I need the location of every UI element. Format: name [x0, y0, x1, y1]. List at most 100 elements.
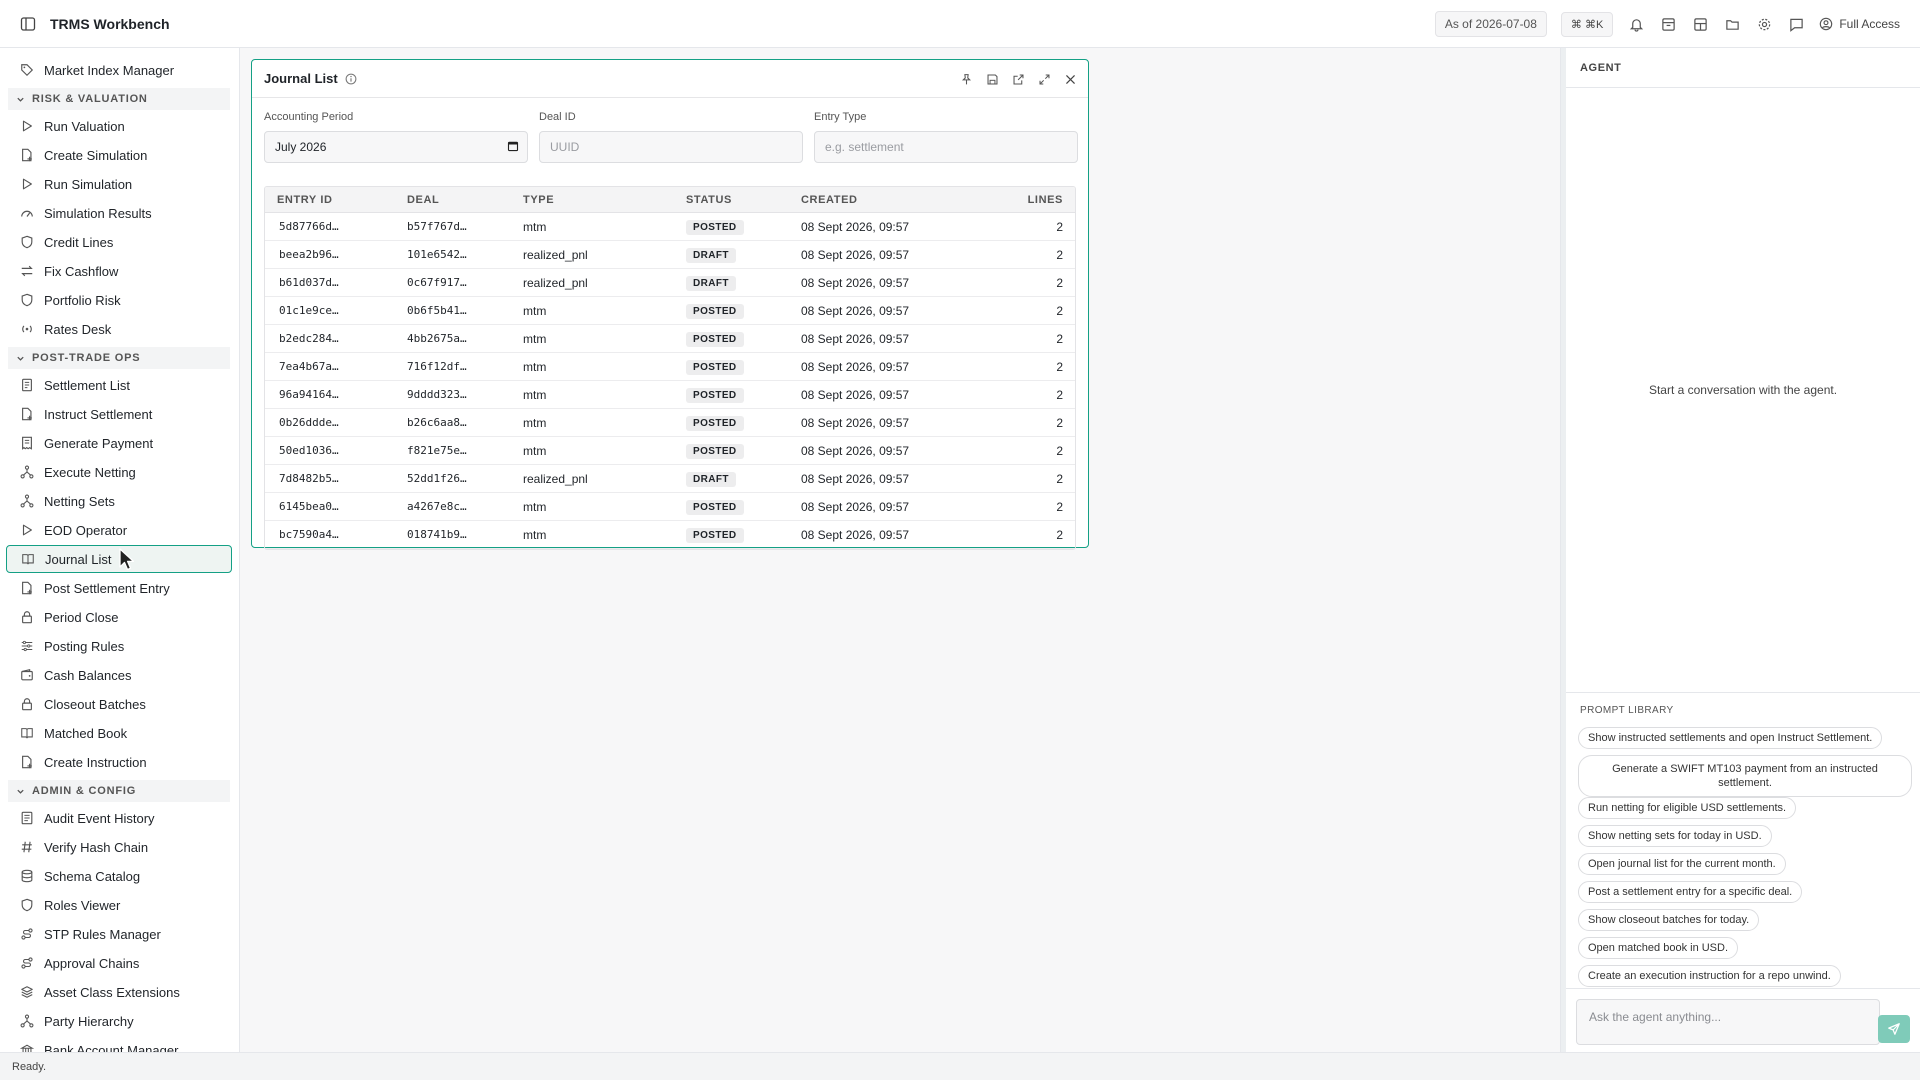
- archive-icon[interactable]: [1659, 15, 1677, 33]
- column-header-deal[interactable]: DEAL: [395, 194, 513, 206]
- command-palette-button[interactable]: ⌘ ⌘K: [1560, 11, 1614, 37]
- sidebar-item-fix-cashflow[interactable]: Fix Cashflow: [6, 257, 232, 285]
- prompt-chip[interactable]: Run netting for eligible USD settlements…: [1578, 797, 1797, 819]
- calendar-icon[interactable]: [507, 140, 519, 155]
- sidebar-item-netting-sets[interactable]: Netting Sets: [6, 487, 232, 515]
- sidebar-item-party-hierarchy[interactable]: Party Hierarchy: [6, 1007, 232, 1035]
- sidebar-item-execute-netting[interactable]: Execute Netting: [6, 458, 232, 486]
- table-row[interactable]: 7ea4b67a… 716f12df… mtm POSTED 08 Sept 2026,…: [265, 353, 1075, 381]
- prompt-chip[interactable]: Show netting sets for today in USD.: [1578, 825, 1772, 847]
- column-header-created[interactable]: CREATED: [791, 194, 1021, 206]
- swap-icon: [21, 265, 33, 277]
- status-cell: POSTED: [676, 415, 791, 431]
- gear-icon[interactable]: [1755, 15, 1773, 33]
- prompt-chip[interactable]: Open journal list for the current month.: [1578, 853, 1786, 875]
- deal-cell: b26c6aa8…: [407, 416, 467, 429]
- table-row[interactable]: 50ed1036… f821e75e… mtm POSTED 08 Sept 2026,…: [265, 437, 1075, 465]
- prompt-chip[interactable]: Create an execution instruction for a re…: [1578, 965, 1841, 987]
- sidebar-item-roles-viewer[interactable]: Roles Viewer: [6, 891, 232, 919]
- status-cell: POSTED: [676, 387, 791, 403]
- send-button[interactable]: [1878, 1015, 1910, 1043]
- layout-icon[interactable]: [1691, 15, 1709, 33]
- sidebar-item-verify-hash-chain[interactable]: Verify Hash Chain: [6, 833, 232, 861]
- sidebar-item-matched-book[interactable]: Matched Book: [6, 719, 232, 747]
- bell-icon[interactable]: [1627, 15, 1645, 33]
- sidebar-item-generate-payment[interactable]: Generate Payment: [6, 429, 232, 457]
- sidebar-item-cash-balances[interactable]: Cash Balances: [6, 661, 232, 689]
- section-post-trade-ops[interactable]: POST-TRADE OPS: [8, 347, 230, 369]
- sidebar-item-simulation-results[interactable]: Simulation Results: [6, 199, 232, 227]
- lines-cell: 2: [1056, 471, 1063, 486]
- as-of-date[interactable]: As of 2026-07-08: [1434, 11, 1547, 37]
- sidebar-item-create-simulation[interactable]: Create Simulation: [6, 141, 232, 169]
- sidebar-item-closeout-batches[interactable]: Closeout Batches: [6, 690, 232, 718]
- external-link-icon[interactable]: [1010, 71, 1026, 87]
- sidebar-item-label: Portfolio Risk: [44, 292, 121, 308]
- agent-input[interactable]: Ask the agent anything...: [1576, 999, 1880, 1045]
- sidebar-item-schema-catalog[interactable]: Schema Catalog: [6, 862, 232, 890]
- sidebar-item-post-settlement-entry[interactable]: Post Settlement Entry: [6, 574, 232, 602]
- deal-cell: 101e6542…: [407, 248, 467, 261]
- prompt-chip[interactable]: Generate a SWIFT MT103 payment from an i…: [1578, 755, 1912, 797]
- section-admin-and-config[interactable]: ADMIN & CONFIG: [8, 780, 230, 802]
- deal-id-input[interactable]: UUID: [539, 131, 803, 163]
- sidebar-item-period-close[interactable]: Period Close: [6, 603, 232, 631]
- sidebar-item-label: Rates Desk: [44, 321, 112, 337]
- sidebar-item-stp-rules-manager[interactable]: STP Rules Manager: [6, 920, 232, 948]
- table-row[interactable]: bc7590a4… 018741b9… mtm POSTED 08 Sept 2026,…: [265, 521, 1075, 549]
- receipt-icon: [22, 436, 32, 450]
- sidebar-item-credit-lines[interactable]: Credit Lines: [6, 228, 232, 256]
- sidebar-item-rates-desk[interactable]: Rates Desk: [6, 315, 232, 343]
- sidebar-item-instruct-settlement[interactable]: Instruct Settlement: [6, 400, 232, 428]
- table-row[interactable]: 01c1e9ce… 0b6f5b41… mtm POSTED 08 Sept 2026,…: [265, 297, 1075, 325]
- network-icon: [20, 465, 34, 479]
- folder-icon[interactable]: [1723, 15, 1741, 33]
- status-badge: DRAFT: [686, 275, 736, 291]
- sidebar-item-portfolio-risk[interactable]: Portfolio Risk: [6, 286, 232, 314]
- sidebar-item-run-simulation[interactable]: Run Simulation: [6, 170, 232, 198]
- section-risk-and-valuation[interactable]: RISK & VALUATION: [8, 88, 230, 110]
- close-icon[interactable]: [1062, 71, 1078, 87]
- sidebar-item-label: Closeout Batches: [44, 696, 146, 712]
- table-row[interactable]: b61d037d… 0c67f917… realized_pnl DRAFT 08 Se…: [265, 269, 1075, 297]
- sidebar-item-approval-chains[interactable]: Approval Chains: [6, 949, 232, 977]
- sidebar-item-label: Execute Netting: [44, 464, 136, 480]
- accounting-period-input[interactable]: July 2026: [264, 131, 528, 163]
- sidebar-item-eod-operator[interactable]: EOD Operator: [6, 516, 232, 544]
- prompt-chip[interactable]: Show closeout batches for today.: [1578, 909, 1760, 931]
- table-row[interactable]: 96a94164… 9dddd323… mtm POSTED 08 Sept 2026,…: [265, 381, 1075, 409]
- save-icon[interactable]: [984, 71, 1000, 87]
- entry-type-input[interactable]: e.g. settlement: [814, 131, 1078, 163]
- sidebar-item-settlement-list[interactable]: Settlement List: [6, 371, 232, 399]
- sidebar-item-label: Market Index Manager: [44, 62, 175, 78]
- sidebar-item-create-instruction[interactable]: Create Instruction: [6, 748, 232, 776]
- chat-icon[interactable]: [1787, 15, 1805, 33]
- table-row[interactable]: b2edc284… 4bb2675a… mtm POSTED 08 Sept 2026,…: [265, 325, 1075, 353]
- pin-icon[interactable]: [958, 71, 974, 87]
- sidebar-item-bank-account-manager[interactable]: Bank Account Manager: [6, 1036, 232, 1052]
- table-row[interactable]: 6145bea0… a4267e8c… mtm POSTED 08 Sept 2026,…: [265, 493, 1075, 521]
- sidebar-item-asset-class-extensions[interactable]: Asset Class Extensions: [6, 978, 232, 1006]
- column-header-type[interactable]: TYPE: [513, 194, 676, 206]
- sidebar-item-posting-rules[interactable]: Posting Rules: [6, 632, 232, 660]
- sidebar-item-run-valuation[interactable]: Run Valuation: [6, 112, 232, 140]
- created-cell: 08 Sept 2026, 09:57: [801, 359, 910, 374]
- prompt-chip[interactable]: Show instructed settlements and open Ins…: [1578, 727, 1883, 749]
- column-header-status[interactable]: STATUS: [676, 194, 791, 206]
- entry-id-cell: 01c1e9ce…: [279, 304, 339, 317]
- prompt-chip[interactable]: Open matched book in USD.: [1578, 937, 1739, 959]
- column-header-lines[interactable]: LINES: [1021, 194, 1075, 206]
- sidebar-item-audit-event-history[interactable]: Audit Event History: [6, 804, 232, 832]
- table-row[interactable]: 0b26ddde… b26c6aa8… mtm POSTED 08 Sept 2026,…: [265, 409, 1075, 437]
- table-row[interactable]: 5d87766d… b57f767d… mtm POSTED 08 Sept 2026,…: [265, 213, 1075, 241]
- table-row[interactable]: 7d8482b5… 52dd1f26… realized_pnl DRAFT 08 Se…: [265, 465, 1075, 493]
- sidebar-item-market-index-manager[interactable]: Market Index Manager: [6, 56, 232, 84]
- prompt-chip[interactable]: Post a settlement entry for a specific d…: [1578, 881, 1803, 903]
- sidebar-toggle-icon[interactable]: [18, 14, 38, 34]
- info-icon[interactable]: [345, 73, 357, 85]
- table-row[interactable]: beea2b96… 101e6542… realized_pnl DRAFT 08 Se…: [265, 241, 1075, 269]
- column-header-entry-id[interactable]: ENTRY ID: [265, 194, 395, 206]
- table-header: ENTRY ID DEAL TYPE STATUS CREATED LINES: [265, 187, 1075, 213]
- access-level[interactable]: Full Access: [1819, 17, 1900, 31]
- expand-icon[interactable]: [1036, 71, 1052, 87]
